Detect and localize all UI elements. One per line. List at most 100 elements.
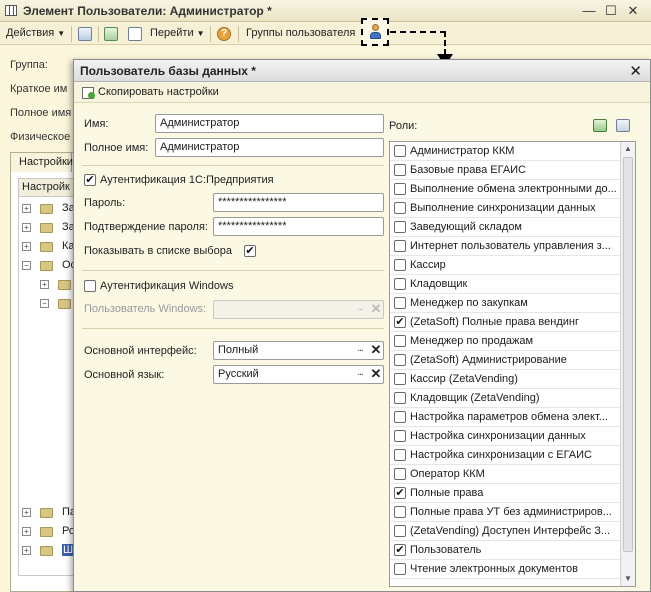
role-checkbox[interactable]	[394, 202, 406, 214]
scroll-thumb[interactable]	[623, 157, 633, 552]
tree-row[interactable]: − Ос	[22, 257, 77, 275]
show-in-list-checkbox[interactable]: ✔	[244, 245, 256, 257]
role-row[interactable]: ✔ (ZetaSoft) Полные права вендинг	[390, 313, 620, 332]
maximize-button[interactable]: ☐	[603, 3, 619, 19]
tree-row[interactable]: +	[40, 276, 77, 294]
role-row[interactable]: Полные права УТ без администриров...	[390, 503, 620, 522]
role-checkbox[interactable]	[394, 468, 406, 480]
confirm-password-field[interactable]: ****************	[213, 217, 384, 236]
role-row[interactable]: ✔ Пользователь	[390, 541, 620, 560]
expand-icon[interactable]: +	[22, 204, 31, 213]
role-checkbox[interactable]	[394, 525, 406, 537]
role-row[interactable]: Выполнение обмена электронными до...	[390, 180, 620, 199]
role-row[interactable]: Настройка синхронизации данных	[390, 427, 620, 446]
role-row[interactable]: Менеджер по продажам	[390, 332, 620, 351]
minimize-button[interactable]: —	[581, 3, 597, 19]
auth-1c-checkbox[interactable]: ✔	[84, 174, 96, 186]
role-row[interactable]: Заведующий складом	[390, 218, 620, 237]
full-name-field[interactable]: Администратор	[155, 138, 384, 157]
collapse-icon[interactable]: −	[40, 299, 49, 308]
role-checkbox[interactable]	[394, 563, 406, 575]
help-icon[interactable]: ?	[217, 27, 231, 41]
expand-icon[interactable]: +	[22, 508, 31, 517]
copy-settings-button[interactable]: Скопировать настройки	[82, 86, 219, 99]
refresh-icon[interactable]	[104, 27, 118, 41]
role-checkbox[interactable]	[394, 392, 406, 404]
role-checkbox[interactable]	[394, 183, 406, 195]
role-checkbox[interactable]	[394, 411, 406, 423]
role-row[interactable]: Кассир (ZetaVending)	[390, 370, 620, 389]
expand-icon[interactable]: +	[22, 546, 31, 555]
role-row[interactable]: ✔ Полные права	[390, 484, 620, 503]
role-checkbox[interactable]	[394, 221, 406, 233]
close-window-button[interactable]: ✕	[625, 3, 641, 19]
main-language-clear-button[interactable]: ✕	[368, 366, 384, 383]
role-row[interactable]: Базовые права ЕГАИС	[390, 161, 620, 180]
role-checkbox[interactable]	[394, 240, 406, 252]
tree-row[interactable]: + Ш	[22, 542, 77, 560]
tree-row[interactable]: + За	[22, 200, 77, 218]
role-row[interactable]: Настройка синхронизации с ЕГАИС	[390, 446, 620, 465]
role-checkbox[interactable]	[394, 430, 406, 442]
tab-settings[interactable]: Настройки	[10, 152, 73, 172]
windows-user-select-button[interactable]: ...	[352, 301, 368, 318]
actions-menu-button[interactable]: Действия ▼	[6, 27, 65, 39]
main-interface-clear-button[interactable]: ✕	[368, 342, 384, 359]
role-row[interactable]: Администратор ККМ	[390, 142, 620, 161]
tree-row[interactable]: + Ро	[22, 523, 77, 541]
role-checkbox[interactable]	[394, 373, 406, 385]
add-document-icon[interactable]	[128, 27, 142, 41]
main-language-select-button[interactable]: ...	[352, 366, 368, 383]
role-checkbox[interactable]	[394, 278, 406, 290]
scroll-down-icon[interactable]: ▼	[621, 572, 635, 586]
clear-icon: ✕	[370, 342, 382, 357]
goto-menu-button[interactable]: Перейти ▼	[150, 27, 205, 39]
role-checkbox[interactable]	[394, 297, 406, 309]
expand-icon[interactable]: +	[22, 242, 31, 251]
ellipsis-icon: ...	[357, 367, 363, 378]
role-row[interactable]: Чтение электронных документов	[390, 560, 620, 579]
tree-row[interactable]: + За	[22, 219, 77, 237]
user-groups-button[interactable]: Группы пользователя	[246, 27, 355, 39]
tree-row[interactable]: −	[40, 295, 77, 313]
collapse-icon[interactable]: −	[22, 261, 31, 270]
tree-row[interactable]: + Па	[22, 504, 77, 522]
save-to-disk-icon[interactable]	[78, 27, 92, 41]
role-row[interactable]: Настройка параметров обмена элект...	[390, 408, 620, 427]
tree-row[interactable]: + Ка	[22, 238, 77, 256]
role-checkbox[interactable]: ✔	[394, 487, 406, 499]
role-row[interactable]: Интернет пользователь управления з...	[390, 237, 620, 256]
expand-icon[interactable]: +	[22, 527, 31, 536]
password-field[interactable]: ****************	[213, 193, 384, 212]
roles-scrollbar[interactable]: ▲ ▼	[620, 142, 635, 586]
role-label: (ZetaSoft) Полные права вендинг	[410, 316, 579, 328]
role-checkbox[interactable]	[394, 259, 406, 271]
role-checkbox[interactable]	[394, 145, 406, 157]
auth-windows-checkbox[interactable]	[84, 280, 96, 292]
role-checkbox[interactable]: ✔	[394, 316, 406, 328]
role-row[interactable]: Кладовщик	[390, 275, 620, 294]
role-row[interactable]: Оператор ККМ	[390, 465, 620, 484]
windows-user-clear-button[interactable]: ✕	[368, 301, 384, 318]
check-all-roles-icon[interactable]	[593, 119, 607, 132]
role-checkbox[interactable]	[394, 449, 406, 461]
role-row[interactable]: (ZetaVending) Доступен Интерфейс З...	[390, 522, 620, 541]
dialog-close-button[interactable]: ✕	[629, 62, 642, 80]
role-checkbox[interactable]	[394, 506, 406, 518]
role-checkbox[interactable]: ✔	[394, 544, 406, 556]
role-checkbox[interactable]	[394, 354, 406, 366]
name-field[interactable]: Администратор	[155, 114, 384, 133]
role-row[interactable]: (ZetaSoft) Администрирование	[390, 351, 620, 370]
role-checkbox[interactable]	[394, 335, 406, 347]
expand-icon[interactable]: +	[22, 223, 31, 232]
main-interface-select-button[interactable]: ...	[352, 342, 368, 359]
database-user-button[interactable]	[361, 18, 389, 46]
role-checkbox[interactable]	[394, 164, 406, 176]
role-row[interactable]: Кассир	[390, 256, 620, 275]
role-row[interactable]: Выполнение синхронизации данных	[390, 199, 620, 218]
expand-icon[interactable]: +	[40, 280, 49, 289]
role-row[interactable]: Кладовщик (ZetaVending)	[390, 389, 620, 408]
scroll-up-icon[interactable]: ▲	[621, 142, 635, 156]
role-row[interactable]: Менеджер по закупкам	[390, 294, 620, 313]
uncheck-all-roles-icon[interactable]	[616, 119, 630, 132]
